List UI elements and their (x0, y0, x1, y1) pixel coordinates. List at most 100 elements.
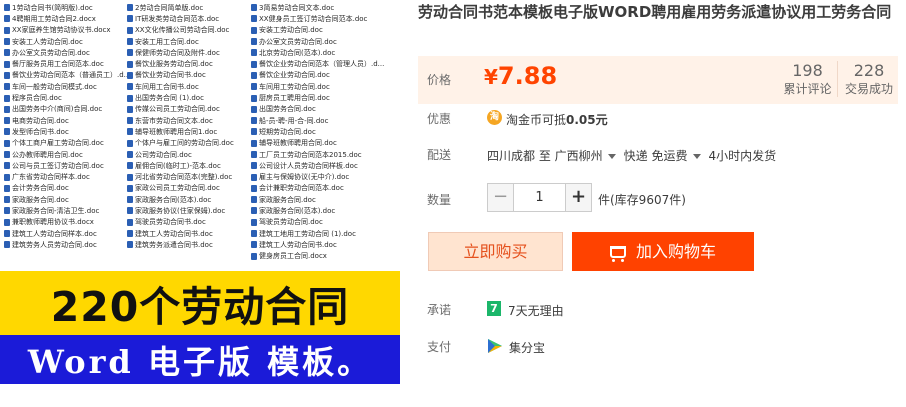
file-list-grid: 1劳动合同书(简明版).doc 4聘期用工劳动合同2.docx XX家庭养生馆劳动协… (0, 0, 400, 270)
file-list-item: 驾驶员劳动合同.doc (251, 217, 396, 228)
buy-now-button[interactable]: 立即购买 (428, 232, 563, 271)
doc-file-icon (127, 139, 133, 147)
file-name: 兼职教师聘用协议书.docx (12, 218, 94, 227)
seven-day-icon: 7 (487, 301, 501, 316)
doc-file-icon (127, 15, 133, 23)
file-name: 家政服务合同.doc (259, 195, 316, 204)
file-list-item: 2劳动合同简单版.doc (127, 2, 252, 13)
file-name: 健身房员工合同.docx (259, 252, 327, 261)
shipping-info: 四川成都 至 广西柳州 快递 免运费 4小时内发货 (487, 147, 776, 164)
ship-from: 四川成都 至 (487, 149, 551, 163)
file-name: 发型师合同书.doc (12, 127, 69, 136)
doc-file-icon (127, 241, 133, 249)
coin-text: 淘金币可抵0.05元 (506, 111, 608, 128)
file-name: 短期劳动合同.doc (259, 127, 316, 136)
file-list-item: 建筑劳务人员劳动合同.doc (4, 239, 129, 250)
file-list-item: 东营市劳动合同文本.doc (127, 115, 252, 126)
file-name: IT研发类劳动合同范本.doc (135, 14, 220, 23)
file-name: 驾驶员劳动合同书.doc (135, 218, 206, 227)
file-name: 办公室文员劳动合同.doc (12, 48, 90, 57)
doc-file-icon (4, 184, 10, 192)
file-name: 办公室文员劳动合同.doc (259, 37, 337, 46)
ship-method: 快递 免运费 (623, 149, 688, 163)
doc-file-icon (251, 49, 257, 57)
file-list-item: 工厂员工劳动合同范本2015.doc (251, 149, 396, 160)
file-name: 船-员-聘-用-合-同.doc (259, 116, 329, 125)
file-name: 保健师劳动合同及附件.doc (135, 48, 220, 57)
file-list-item: XX健身员工签订劳动合同范本.doc (251, 13, 396, 24)
stat-reviews[interactable]: 198 累计评论 (776, 61, 837, 97)
ship-to-select[interactable]: 广西柳州 (555, 149, 624, 163)
doc-file-icon (127, 162, 133, 170)
doc-file-icon (251, 218, 257, 226)
doc-file-icon (4, 4, 10, 12)
promise-text[interactable]: 7天无理由 (508, 302, 564, 319)
caret-down-icon (692, 153, 701, 159)
file-name: 厨房员工聘用合同.doc (259, 94, 330, 103)
file-name: 餐饮业劳动合同范本（普通员工）.d... (12, 71, 129, 80)
quantity-minus-button[interactable]: − (487, 183, 514, 212)
doc-file-icon (4, 26, 10, 34)
file-column-3: 3简易劳动合同文本.doc XX健身员工签订劳动合同范本.doc 安装工劳动合同.d… (251, 2, 396, 262)
cart-icon (609, 246, 626, 262)
file-name: 个体户与雇工间的劳动合同.doc (135, 139, 234, 148)
ship-method-select[interactable]: 快递 免运费 (624, 149, 709, 163)
file-list-item: 车间用工劳动合同.doc (251, 81, 396, 92)
file-list-item: 公司设计人员劳动合同样板.doc (251, 160, 396, 171)
file-list-item: 出国劳务合同 (1).doc (127, 92, 252, 103)
file-list-item: 家政公司员工劳动合同.doc (127, 183, 252, 194)
doc-file-icon (127, 218, 133, 226)
banner-main-text: 220个劳动合同 (50, 283, 350, 331)
file-name: 车间用工合同书.doc (135, 82, 199, 91)
doc-file-icon (127, 230, 133, 238)
file-name: 餐饮业劳动合同书.doc (135, 71, 206, 80)
file-name: 家政服务合同-清洁卫生.doc (12, 206, 100, 215)
discount-label: 优惠 (427, 112, 452, 126)
doc-file-icon (251, 252, 257, 260)
doc-file-icon (4, 15, 10, 23)
file-name: 驾驶员劳动合同.doc (259, 218, 323, 227)
file-list-item: 餐饮企业劳动合同范本（管理人员）.d... (251, 58, 396, 69)
doc-file-icon (4, 94, 10, 102)
quantity-plus-button[interactable]: + (565, 183, 592, 212)
price-value: 7.88 (497, 62, 558, 90)
add-to-cart-button[interactable]: 加入购物车 (572, 232, 754, 271)
price-box: 价格 ¥7.88 198 累计评论 228 交易成功 (418, 56, 898, 104)
file-name: 建筑工人劳动合同书.doc (135, 229, 213, 238)
file-list-item: 家政服务合同.doc (4, 194, 129, 205)
file-name: 安装工用工合同.doc (135, 37, 199, 46)
file-name: 1劳动合同书(简明版).doc (12, 3, 93, 12)
doc-file-icon (251, 196, 257, 204)
file-list-item: 餐饮业服务劳动合同.doc (127, 58, 252, 69)
quantity-stepper: − 1 + (487, 183, 592, 212)
quantity-label: 数量 (427, 193, 452, 207)
file-list-item: 辅导班教师聘用合同1.doc (127, 126, 252, 137)
promise-label: 承诺 (427, 303, 452, 317)
doc-file-icon (4, 207, 10, 215)
file-name: 公司劳动合同.doc (135, 150, 192, 159)
file-list-item: 厨房员工聘用合同.doc (251, 92, 396, 103)
payment-row: 支付 集分宝 (418, 338, 898, 358)
file-list-item: 家政服务合同-清洁卫生.doc (4, 205, 129, 216)
shipping-label: 配送 (427, 148, 452, 162)
file-name: 餐饮企业劳动合同.doc (259, 71, 330, 80)
file-list-item: 个体户与雇工间的劳动合同.doc (127, 138, 252, 149)
file-list-item: 公司劳动合同.doc (127, 149, 252, 160)
file-list-item: 公司与员工签订劳动合同.doc (4, 160, 129, 171)
file-list-item: 餐饮企业劳动合同.doc (251, 70, 396, 81)
stat-reviews-label: 累计评论 (783, 82, 832, 96)
currency-symbol: ¥ (484, 65, 498, 89)
doc-file-icon (127, 60, 133, 68)
doc-file-icon (251, 15, 257, 23)
stat-sales: 228 交易成功 (837, 61, 898, 97)
doc-file-icon (4, 128, 10, 136)
doc-file-icon (251, 60, 257, 68)
file-name: 4聘期用工劳动合同2.docx (12, 14, 96, 23)
doc-file-icon (4, 49, 10, 57)
file-list-item: 家政服务协议(住家保姆).doc (127, 205, 252, 216)
quantity-input[interactable]: 1 (514, 183, 565, 212)
file-list-item: 办公室文员劳动合同.doc (4, 47, 129, 58)
file-name: 家政服务协议(住家保姆).doc (135, 206, 226, 215)
coin-text-prefix: 淘金币可抵 (506, 113, 567, 127)
file-list-item: XX家庭养生馆劳动协议书.docx (4, 25, 129, 36)
